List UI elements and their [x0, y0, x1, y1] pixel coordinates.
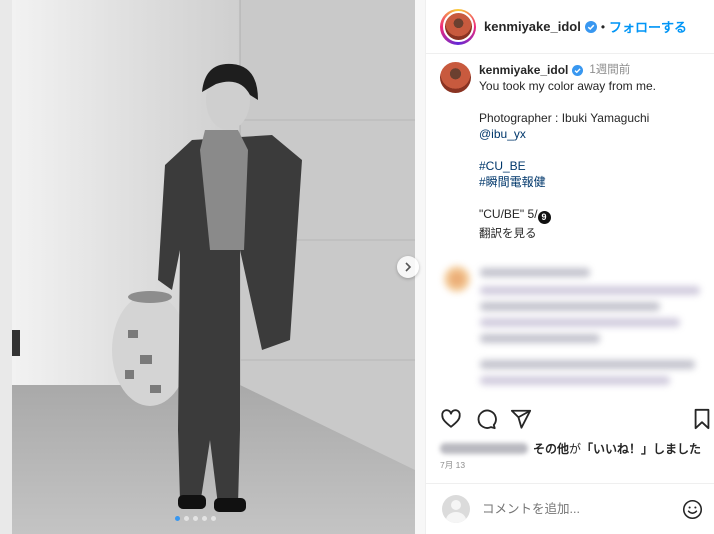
- caption-series-text: "CU/BE" 5/: [479, 207, 538, 221]
- post-time[interactable]: 1週間前: [589, 62, 630, 78]
- comment-composer: [426, 483, 714, 534]
- caption-series: "CU/BE" 5/9: [479, 206, 656, 224]
- translate-link[interactable]: 翻訳を見る: [479, 226, 656, 242]
- post-photo-image: [0, 0, 425, 534]
- heart-icon[interactable]: [440, 408, 462, 430]
- carousel-next-button[interactable]: [397, 256, 419, 278]
- carousel-indicator: [175, 516, 216, 521]
- profile-avatar[interactable]: [440, 8, 476, 45]
- header-separator: •: [600, 19, 606, 34]
- post-header: kenmiyake_idol • フォローする: [426, 0, 714, 54]
- avatar: [442, 11, 474, 42]
- blurred-comments: [440, 262, 710, 397]
- likes-liked-text: 「いいね！」しました: [581, 442, 702, 456]
- post-caption: kenmiyake_idol 1週間前 You took my color aw…: [440, 62, 705, 242]
- photographer-mention-link[interactable]: @ibu_yx: [479, 126, 656, 142]
- number-nine-icon: 9: [537, 210, 551, 224]
- smiley-icon[interactable]: [682, 499, 703, 520]
- chevron-right-icon: [405, 262, 412, 272]
- post-photo[interactable]: [0, 0, 425, 534]
- caption-username[interactable]: kenmiyake_idol: [479, 62, 568, 78]
- post-modal: kenmiyake_idol • フォローする kenmiyake_idol 1…: [0, 0, 714, 534]
- caption-avatar[interactable]: [440, 62, 471, 93]
- hashtag-link[interactable]: #瞬間電報健: [479, 174, 656, 190]
- header-username[interactable]: kenmiyake_idol: [484, 19, 581, 34]
- liker-name-blurred[interactable]: [440, 443, 528, 454]
- caption-line: You took my color away from me.: [479, 79, 656, 93]
- post-side-panel: kenmiyake_idol • フォローする kenmiyake_idol 1…: [425, 0, 714, 534]
- bookmark-icon[interactable]: [692, 408, 712, 430]
- carousel-dot: [184, 516, 189, 521]
- comment-input[interactable]: [482, 502, 682, 516]
- carousel-dot: [193, 516, 198, 521]
- caption-photographer: Photographer : Ibuki Yamaguchi: [479, 111, 650, 125]
- likes-ga: が: [569, 442, 582, 456]
- carousel-dot: [211, 516, 216, 521]
- verified-badge-icon: [584, 20, 597, 33]
- paper-plane-icon[interactable]: [510, 408, 532, 430]
- hashtag-link[interactable]: #CU_BE: [479, 158, 656, 174]
- user-avatar-placeholder: [442, 495, 470, 523]
- carousel-dot: [202, 516, 207, 521]
- follow-button[interactable]: フォローする: [609, 17, 687, 36]
- action-bar: [440, 408, 710, 434]
- verified-badge-icon: [572, 64, 584, 76]
- post-date[interactable]: 7月 13: [440, 459, 465, 471]
- likes-others-link[interactable]: その他: [533, 440, 569, 457]
- comment-icon[interactable]: [475, 408, 497, 430]
- carousel-dot: [175, 516, 180, 521]
- likes-summary: その他が「いいね！」しました: [440, 440, 714, 457]
